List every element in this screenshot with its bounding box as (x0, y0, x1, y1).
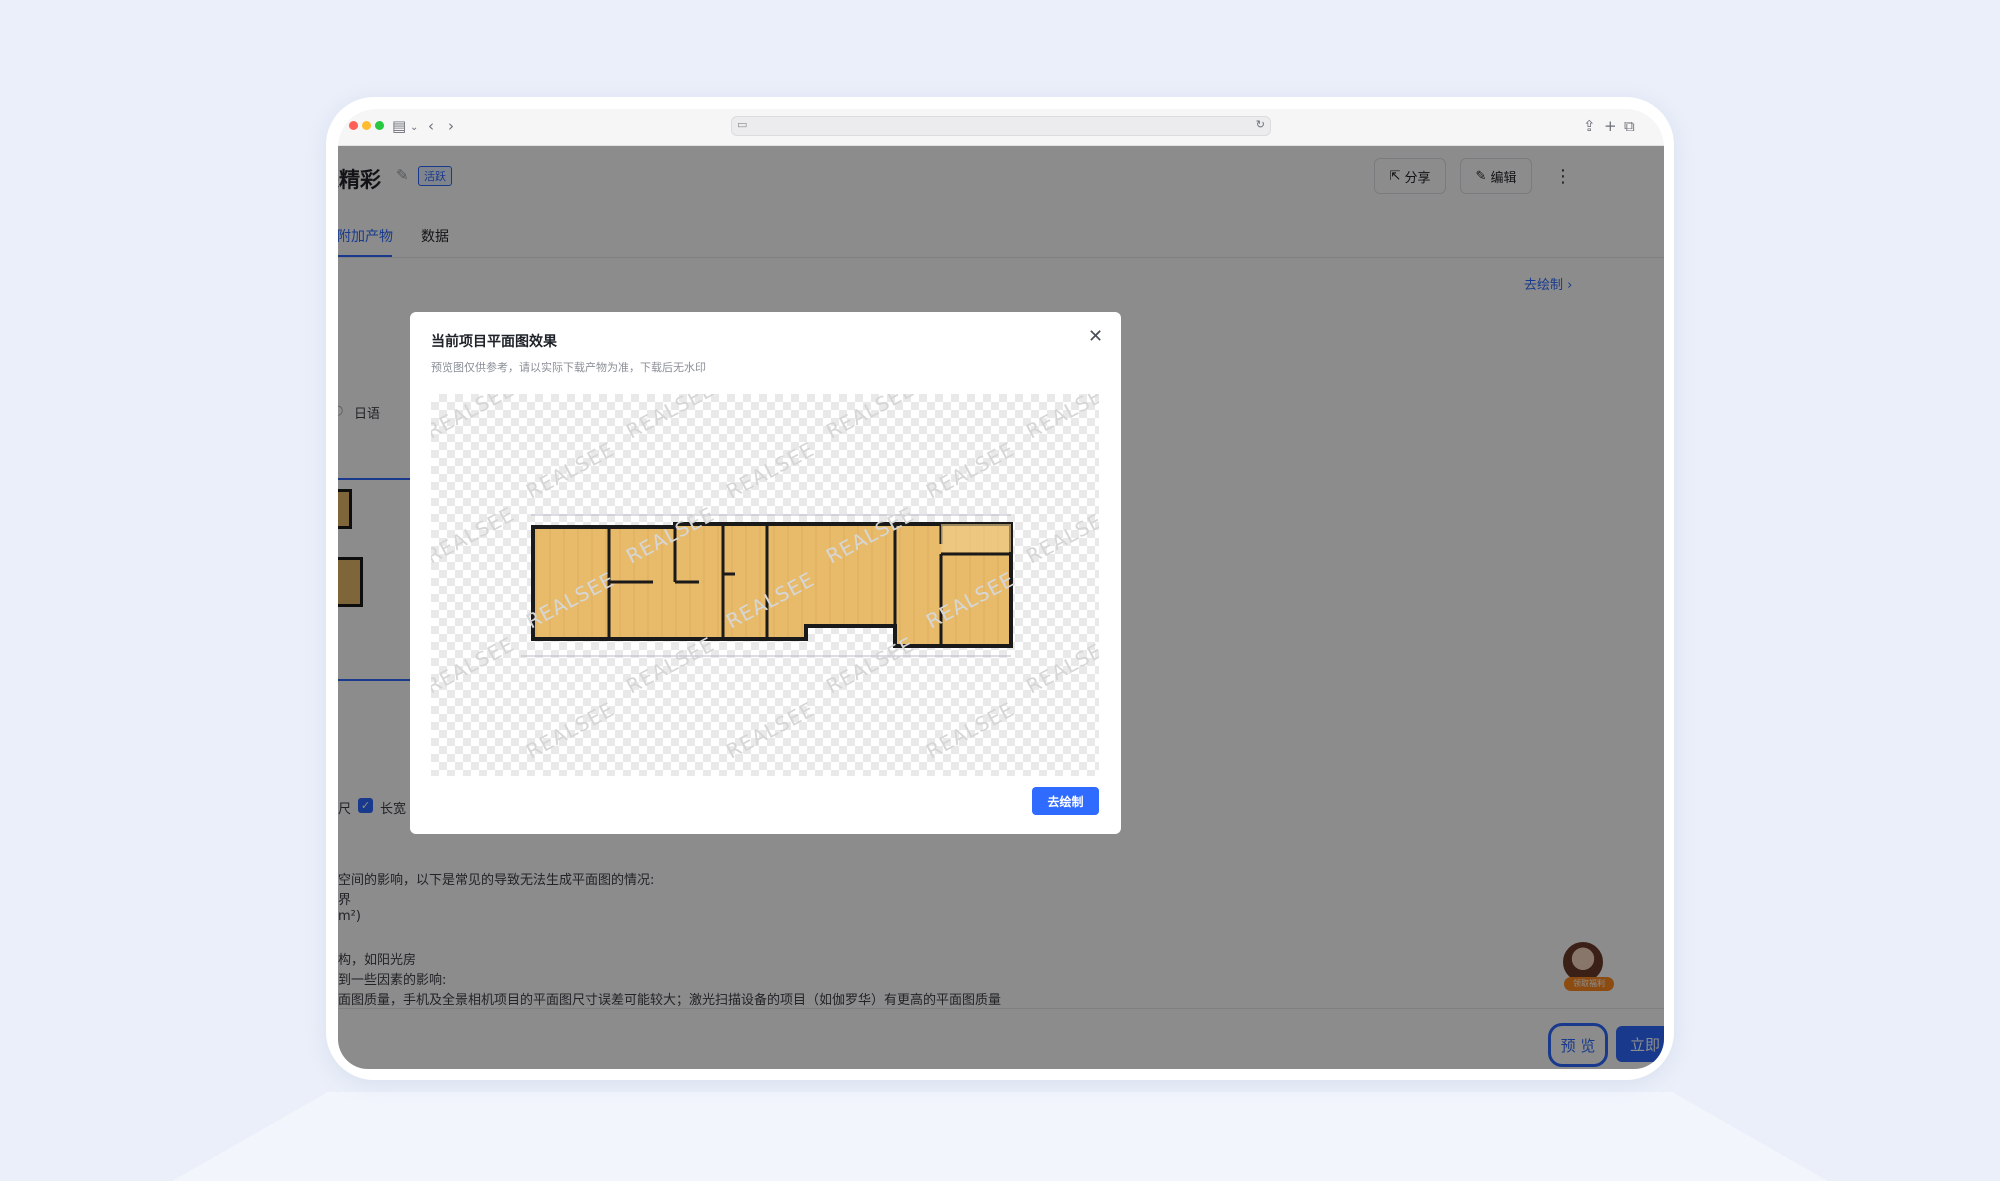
watermark: REALSEE (622, 394, 718, 443)
modal-title: 当前项目平面图效果 (431, 334, 557, 350)
watermark: REALSEE (1022, 502, 1099, 568)
tabs-overview-icon[interactable]: ⧉ (1624, 116, 1635, 136)
sidebar-icon[interactable]: ▤ (392, 116, 406, 136)
window-zoom-dot[interactable] (375, 121, 384, 130)
chevron-down-icon[interactable]: ⌄ (410, 118, 418, 138)
watermark: REALSEE (431, 394, 518, 443)
floorplan-preview: REALSEE REALSEE REALSEE REALSEE REALSEE … (431, 394, 1099, 776)
address-bar[interactable]: ▭ ↻ (731, 116, 1271, 136)
watermark: REALSEE (722, 697, 818, 763)
browser-screen: ▤ ⌄ ‹ › ▭ ↻ ⇪ + ⧉ 采精彩 ✎ 活跃 ⇱ 分享 ✎ 编辑 ⋮ 附… (338, 109, 1664, 1069)
room-accent (941, 524, 1011, 552)
watermark: REALSEE (1022, 632, 1099, 698)
go-draw-button[interactable]: 去绘制 (1032, 787, 1099, 815)
watermark: REALSEE (431, 632, 518, 698)
watermark: REALSEE (622, 632, 718, 698)
watermark: REALSEE (522, 697, 618, 763)
reload-icon[interactable]: ↻ (1256, 118, 1265, 131)
page-icon: ▭ (737, 118, 748, 131)
share-icon[interactable]: ⇪ (1583, 116, 1596, 136)
watermark: REALSEE (922, 697, 1018, 763)
watermark: REALSEE (922, 437, 1018, 503)
forward-icon[interactable]: › (448, 116, 454, 136)
floorplan-preview-modal: 当前项目平面图效果 ✕ 预览图仅供参考，请以实际下载产物为准，下载后无水印 RE… (410, 312, 1121, 834)
watermark: REALSEE (522, 437, 618, 503)
watermark: REALSEE (1022, 394, 1099, 443)
window-minimize-dot[interactable] (362, 121, 371, 130)
close-icon[interactable]: ✕ (1088, 326, 1103, 347)
back-icon[interactable]: ‹ (428, 116, 434, 136)
watermark: REALSEE (822, 394, 918, 443)
watermark: REALSEE (722, 437, 818, 503)
watermark: REALSEE (431, 502, 518, 568)
modal-subtitle: 预览图仅供参考，请以实际下载产物为准，下载后无水印 (431, 361, 706, 374)
watermark: REALSEE (822, 632, 918, 698)
device-stand (160, 1092, 1840, 1181)
floorplan-image: REALSEE REALSEE REALSEE REALSEE REALSEE … (431, 394, 1099, 763)
new-tab-icon[interactable]: + (1604, 116, 1617, 136)
window-close-dot[interactable] (349, 121, 358, 130)
browser-toolbar: ▤ ⌄ ‹ › ▭ ↻ ⇪ + ⧉ (338, 109, 1664, 146)
